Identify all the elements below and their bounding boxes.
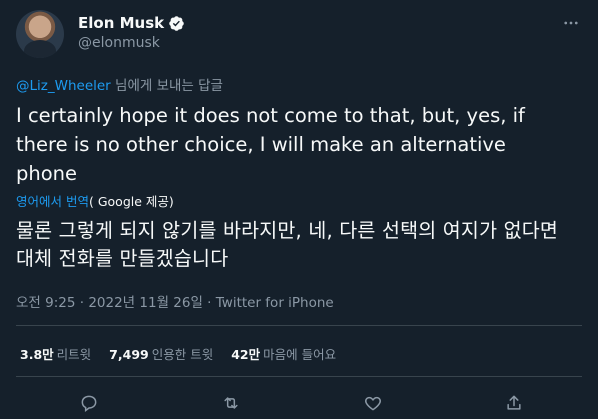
reply-context-label: 님에게 보내는 답글	[110, 78, 223, 94]
reply-context: @Liz_Wheeler 님에게 보내는 답글	[16, 74, 223, 94]
likes-label: 마음에 들어요	[263, 347, 337, 362]
retweets-stat[interactable]: 3.8만 리트윗	[20, 344, 91, 363]
avatar[interactable]	[16, 10, 64, 58]
author-display-name[interactable]: Elon Musk	[78, 14, 164, 32]
meta-separator: ·	[202, 295, 216, 311]
likes-stat[interactable]: 42만 마음에 들어요	[231, 344, 336, 363]
translation-credit: ( Google 제공)	[88, 194, 174, 209]
reply-icon[interactable]	[78, 392, 100, 414]
author-handle[interactable]: @elonmusk	[78, 35, 160, 51]
quotes-label: 인용한 트윗	[151, 347, 214, 362]
tweet-timestamp[interactable]: 오전 9:25 · 2022년 11월 26일	[16, 295, 203, 311]
tweet-source: Twitter for iPhone	[215, 295, 334, 311]
retweet-icon[interactable]	[220, 392, 242, 414]
retweets-label: 리트윗	[56, 347, 92, 362]
quotes-count: 7,499	[109, 347, 149, 362]
translated-text: 물론 그렇게 되지 않기를 바라지만, 네, 다른 선택의 여지가 없다면 대체…	[16, 219, 559, 270]
tweet-header: Elon Musk @elonmusk	[16, 10, 582, 60]
translation-row: 영어에서 번역( Google 제공)	[16, 191, 174, 210]
retweets-count: 3.8만	[20, 347, 54, 362]
tweet-stats: 3.8만 리트윗 7,499 인용한 트윗 42만 마음에 들어요	[20, 344, 336, 363]
likes-count: 42만	[231, 347, 261, 362]
tweet-meta: 오전 9:25 · 2022년 11월 26일 · Twitter for iP…	[16, 291, 334, 311]
heart-icon[interactable]	[362, 392, 384, 414]
reply-mention-link[interactable]: @Liz_Wheeler	[16, 78, 111, 94]
tweet-detail: Elon Musk @elonmusk @Liz_Wheeler 님에게 보내는…	[0, 0, 598, 419]
tweet-actions	[0, 388, 598, 418]
verified-badge-icon	[169, 15, 184, 31]
divider	[16, 325, 582, 326]
share-icon[interactable]	[503, 392, 525, 414]
translation-link[interactable]: 영어에서 번역	[16, 194, 89, 209]
tweet-text: I certainly hope it does not come to tha…	[16, 104, 525, 185]
author-name-row: Elon Musk	[78, 14, 185, 32]
quotes-stat[interactable]: 7,499 인용한 트윗	[109, 344, 213, 363]
more-horizontal-icon[interactable]	[560, 12, 582, 34]
divider	[16, 376, 582, 377]
